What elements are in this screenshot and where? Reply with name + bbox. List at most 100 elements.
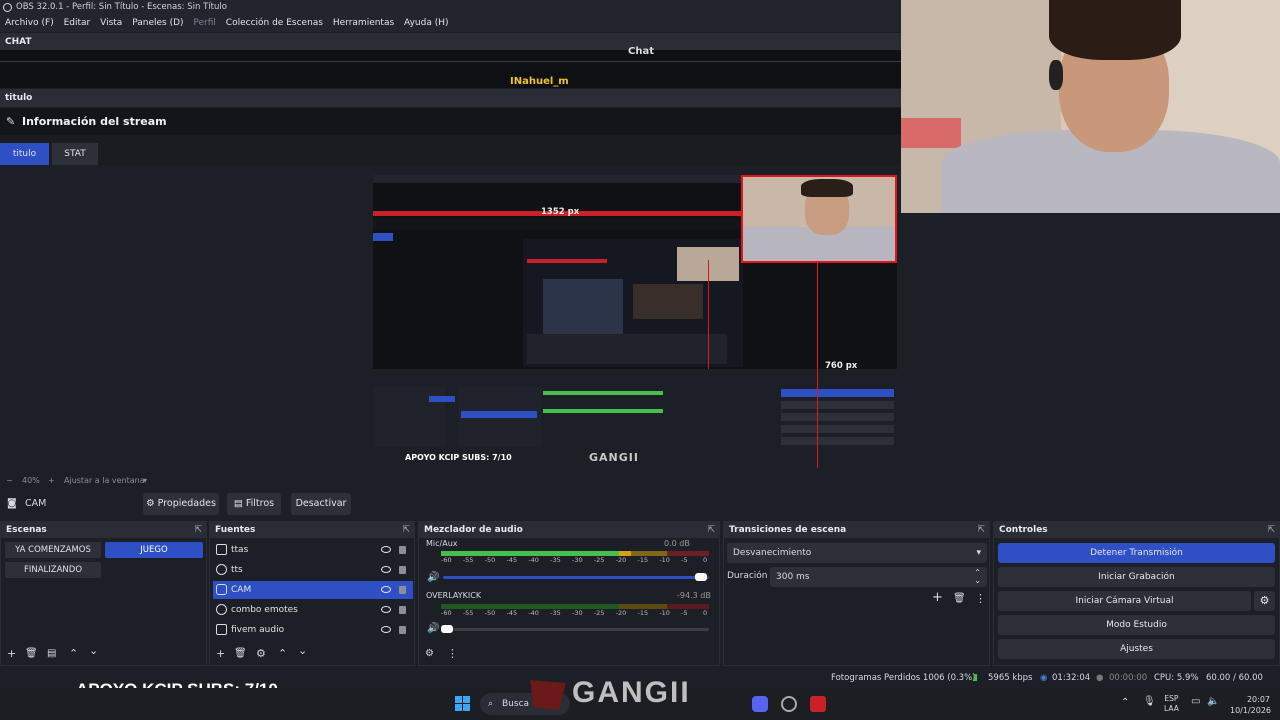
scenes-header-label: Escenas [6,525,47,535]
add-transition-button[interactable]: + [932,590,943,605]
lock-icon[interactable] [399,546,406,554]
remove-transition-icon[interactable]: 🗑 [953,593,966,604]
menu-herramientas[interactable]: Herramientas [333,18,394,28]
transition-select[interactable]: Desvanecimiento ▾ [727,543,987,563]
popout-icon[interactable]: ⇱ [1267,522,1275,538]
start-recording-button[interactable]: Iniciar Grabación [998,567,1275,587]
webcam-overlay [901,0,1280,213]
chevron-up-icon[interactable]: ⌃ [1121,697,1129,708]
volume-handle[interactable] [695,573,707,581]
controls-header: Controles ⇱ [994,522,1279,538]
popout-icon[interactable]: ⇱ [707,522,715,538]
remove-source-icon[interactable]: 🗑 [234,648,247,659]
discord-icon[interactable] [752,696,768,712]
titulo-dock-title: titulo [5,93,33,103]
studio-mode-button[interactable]: Modo Estudio [998,615,1275,635]
menu-vista[interactable]: Vista [100,18,122,28]
gear-icon[interactable]: ⚙ [1254,591,1275,611]
preview-cam-selection[interactable] [741,175,897,263]
tab-stat[interactable]: STAT [52,143,98,165]
eye-icon[interactable] [381,586,391,593]
volume-slider-overlaykick[interactable] [443,628,709,631]
filters-button[interactable]: ▤ Filtros [227,493,281,515]
network-icon[interactable]: ▭ [1191,696,1200,707]
mixer-scale-tick: 0 [703,609,708,617]
speaker-icon[interactable]: 🔊 [427,572,439,583]
volume-icon[interactable]: 🔈 [1207,696,1219,707]
tab-titulo[interactable]: titulo [0,143,49,165]
scene-finalizando[interactable]: FINALIZANDO [5,562,101,578]
lock-icon[interactable] [399,566,406,574]
eye-icon[interactable] [381,546,391,553]
scene-ya-comenzamos[interactable]: YA COMENZAMOS [5,542,101,558]
add-source-button[interactable]: + [216,647,225,660]
app-icon[interactable] [810,696,826,712]
mixer-scale-tick: -5 [681,556,688,564]
volume-handle[interactable] [441,625,453,633]
mixer-channel-db: -94.3 dB [677,591,711,600]
start-virtual-camera-button[interactable]: Iniciar Cámara Virtual [998,591,1251,611]
duration-input[interactable]: 300 ms ⌃ ⌄ [770,567,987,587]
chat-browser[interactable]: Chat INahuel_m [0,46,901,88]
properties-button[interactable]: ⚙ Propiedades [143,493,219,515]
deactivate-button[interactable]: Desactivar [291,493,351,515]
menu-paneles[interactable]: Paneles (D) [132,18,183,28]
scene-juego[interactable]: JUEGO [105,542,203,558]
source-item-cam[interactable]: CAM [213,581,413,599]
mixer-scale-tick: -45 [506,609,518,617]
lang-code: ESP [1164,694,1179,703]
chat-dock-title: CHAT [5,37,32,47]
chat-username: INahuel_m [510,76,569,87]
chevron-down-icon[interactable]: ⌄ [974,571,981,591]
zoom-fit-label[interactable]: Ajustar a la ventana [64,473,145,489]
lock-icon[interactable] [399,626,406,634]
zoom-in-button[interactable]: + [48,473,55,489]
popout-icon[interactable]: ⇱ [402,522,410,538]
mixer-channel-name: Mic/Aux [426,539,458,548]
lock-icon[interactable] [399,586,406,594]
globe-icon [216,604,227,615]
speaker-icon[interactable]: 🔊 [427,623,439,634]
eye-icon[interactable] [381,566,391,573]
microphone-icon[interactable]: 🎙 [1143,696,1156,707]
settings-button[interactable]: Ajustes [998,639,1275,659]
source-item-ttas[interactable]: ttas [213,541,413,559]
scene-filters-icon[interactable]: ▤ [47,648,56,659]
popout-icon[interactable]: ⇱ [977,522,985,538]
lock-icon[interactable] [399,606,406,614]
menubar: Archivo (F) Editar Vista Paneles (D) Per… [0,15,901,32]
source-properties-icon[interactable]: ⚙ [256,647,266,660]
language-indicator[interactable]: ESP LAA [1164,694,1179,714]
eye-icon[interactable] [381,606,391,613]
source-item-combo-emotes[interactable]: combo emotes [213,601,413,619]
volume-slider-mic[interactable] [443,576,709,579]
menu-ayuda[interactable]: Ayuda (H) [404,18,448,28]
mixer-settings-icon[interactable]: ⚙ [425,648,434,659]
source-item-fivem-audio[interactable]: fivem audio [213,621,413,639]
transition-selected: Desvanecimiento [733,548,812,558]
chevron-down-icon[interactable]: ▾ [143,473,147,489]
source-item-tts[interactable]: tts [213,561,413,579]
obs-taskbar-icon[interactable] [781,696,797,712]
clock[interactable]: 20:07 10/1/2026 [1230,694,1271,716]
menu-editar[interactable]: Editar [64,18,91,28]
popout-icon[interactable]: ⇱ [194,522,202,538]
menu-coleccion[interactable]: Colección de Escenas [226,18,323,28]
eye-icon[interactable] [381,626,391,633]
windows-start-icon[interactable] [455,696,471,712]
preview-canvas[interactable]: 1352 px APOYO KCIP SUBS: 7/10 GANGII 760… [373,175,897,468]
filters-label: Filtros [245,498,275,509]
stop-streaming-button[interactable]: Detener Transmisión [998,543,1275,563]
scene-up-icon[interactable]: ⌃ [69,647,78,660]
chevron-down-icon: ▾ [976,548,981,558]
scene-down-icon[interactable]: ⌄ [89,644,98,657]
menu-perfil[interactable]: Perfil [193,18,216,28]
menu-archivo[interactable]: Archivo (F) [5,18,54,28]
source-up-icon[interactable]: ⌃ [278,647,287,660]
add-scene-button[interactable]: + [7,647,16,660]
zoom-out-button[interactable]: − [6,473,13,489]
more-options-icon[interactable]: ⋮ [447,647,458,660]
source-down-icon[interactable]: ⌄ [298,644,307,657]
more-options-icon[interactable]: ⋮ [975,592,986,605]
remove-scene-icon[interactable]: 🗑 [25,648,38,659]
